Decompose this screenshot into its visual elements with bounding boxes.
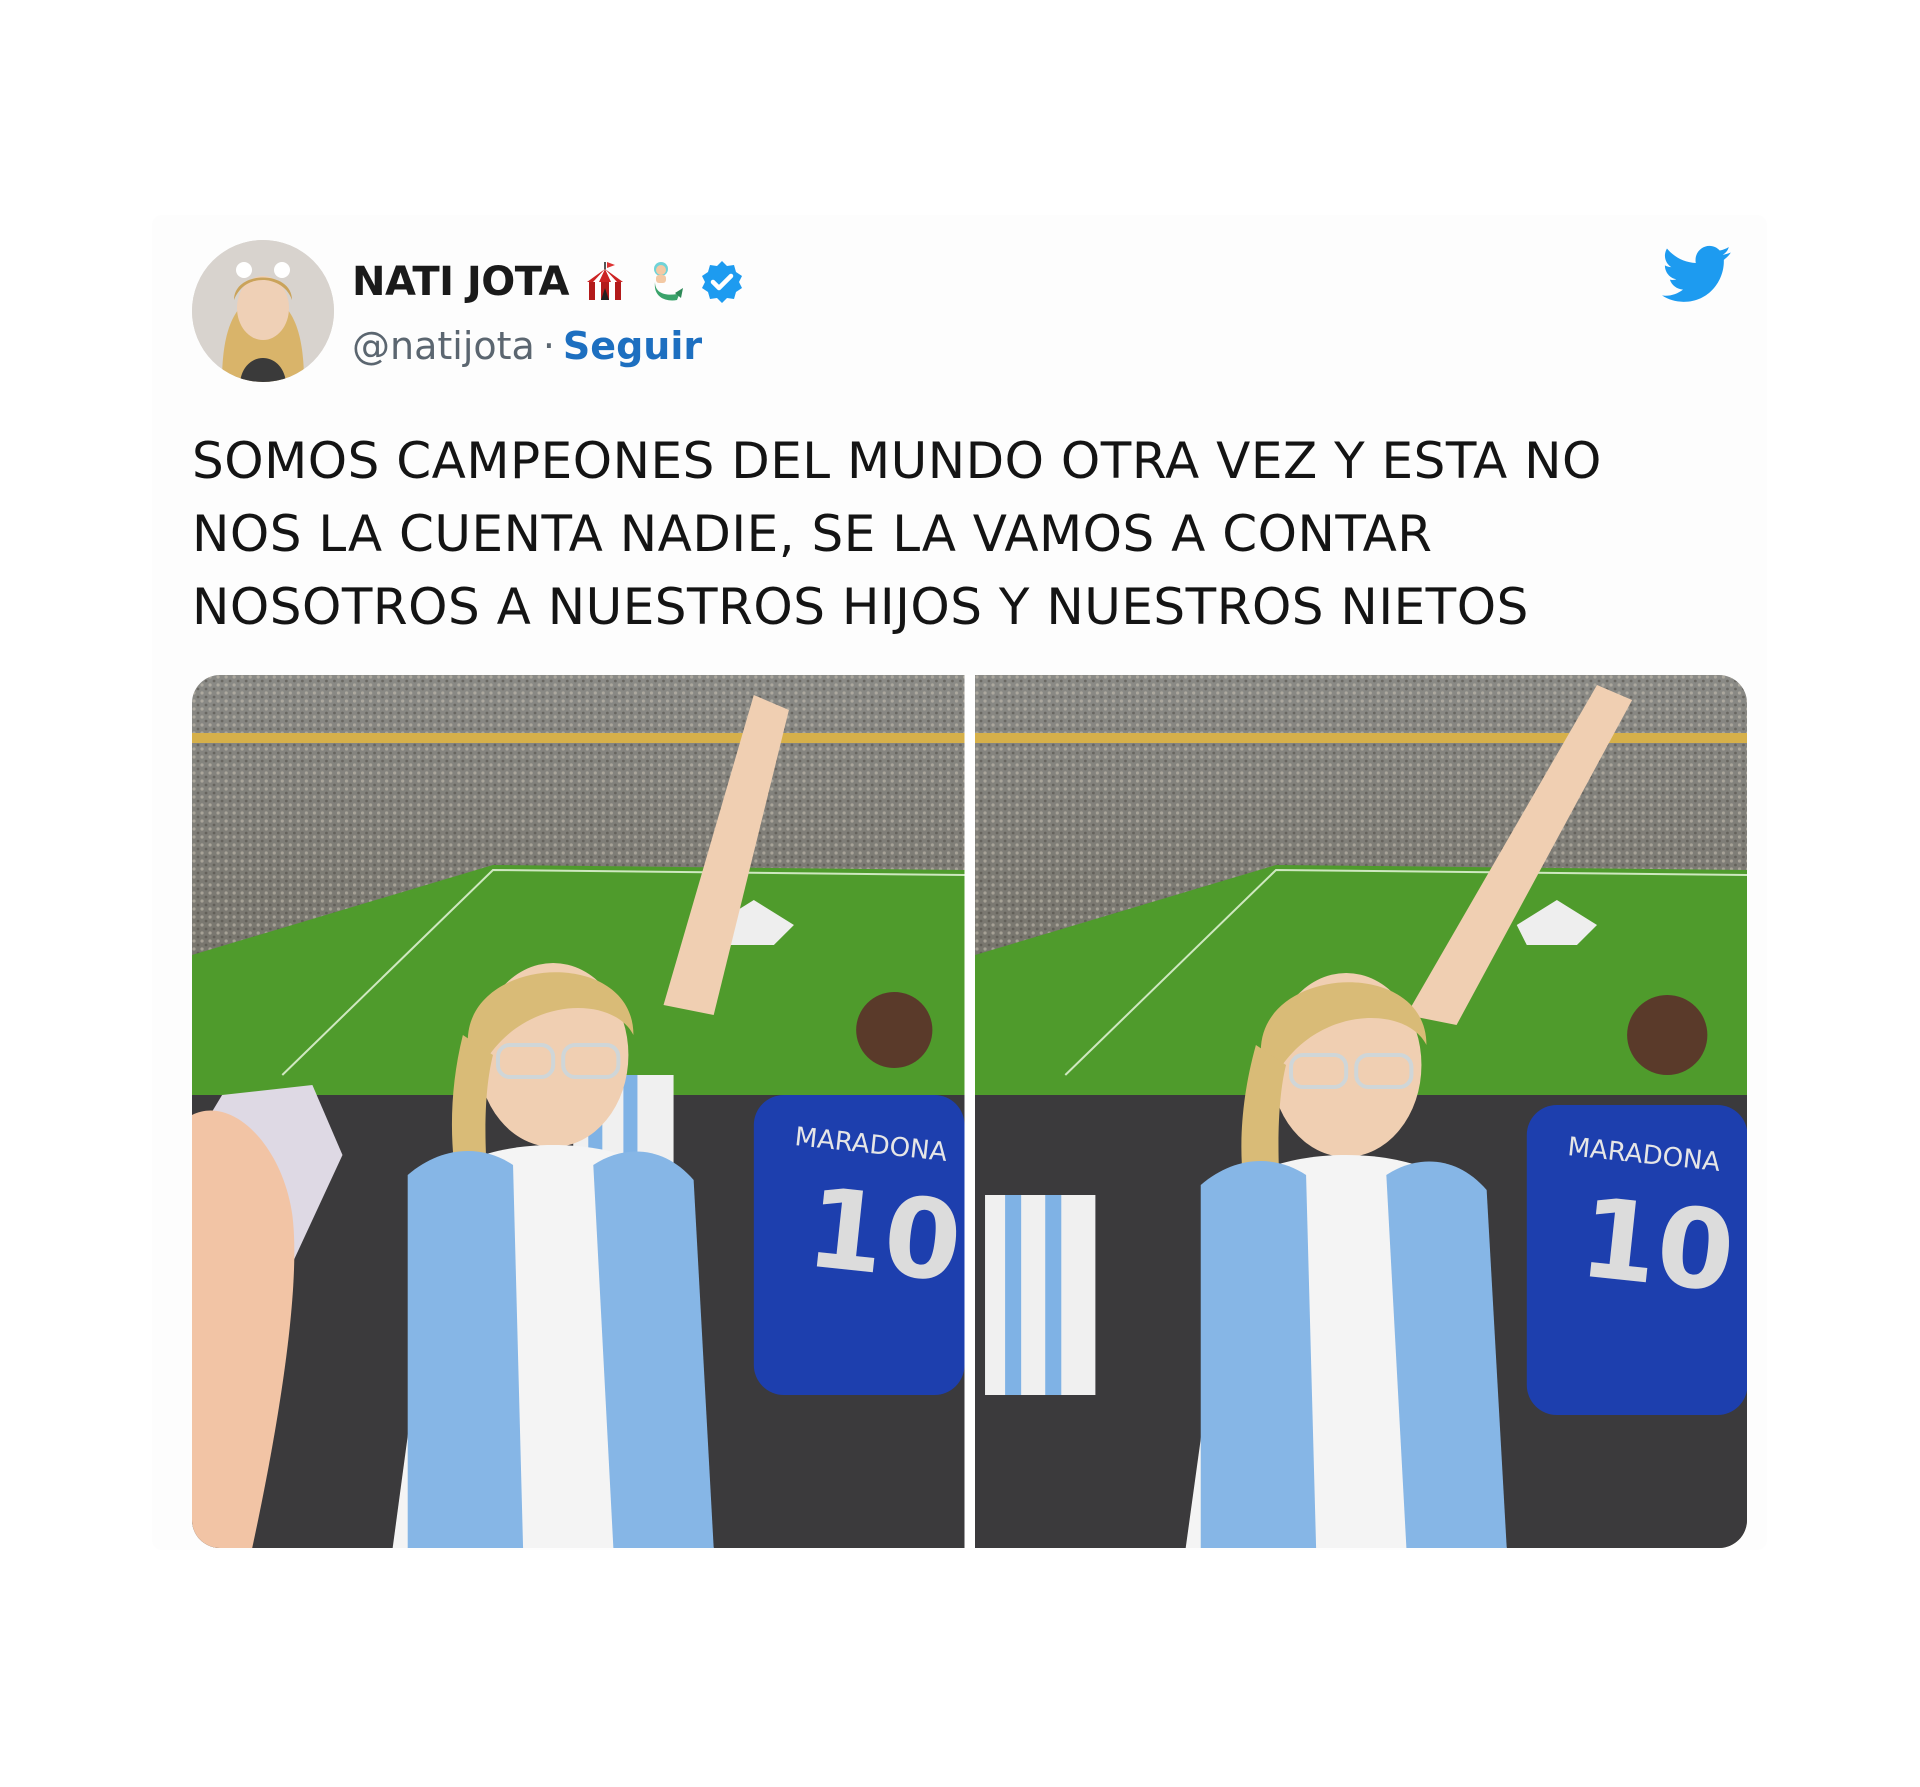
mermaid-emoji [641,260,685,304]
verified-badge-icon [699,259,745,305]
circus-tent-emoji [583,260,627,304]
jersey-number-2: 10 [1574,1174,1740,1317]
jersey-number-1: 10 [801,1164,964,1307]
user-handle[interactable]: @natijota [352,324,535,368]
tweet-photo-2[interactable]: MARADONA 10 [974,675,1747,1548]
twitter-bird-icon[interactable] [1662,245,1732,305]
avatar[interactable] [192,240,334,382]
name-row: NATI JOTA [352,257,745,307]
tweet-card: NATI JOTA @natijota · Seguir SOMOS CAMPE… [152,215,1767,1550]
tweet-text: SOMOS CAMPEONES DEL MUNDO OTRA VEZ Y EST… [192,432,1602,636]
tweet-media: MARADONA 10 MARADONA 10 [192,675,1747,1548]
handle-row: @natijota · Seguir [352,322,702,370]
tweet-photo-1[interactable]: MARADONA 10 [192,675,965,1548]
avatar-image [192,240,334,382]
separator-dot: · [542,324,555,368]
display-name[interactable]: NATI JOTA [352,259,569,305]
follow-button[interactable]: Seguir [563,324,702,368]
